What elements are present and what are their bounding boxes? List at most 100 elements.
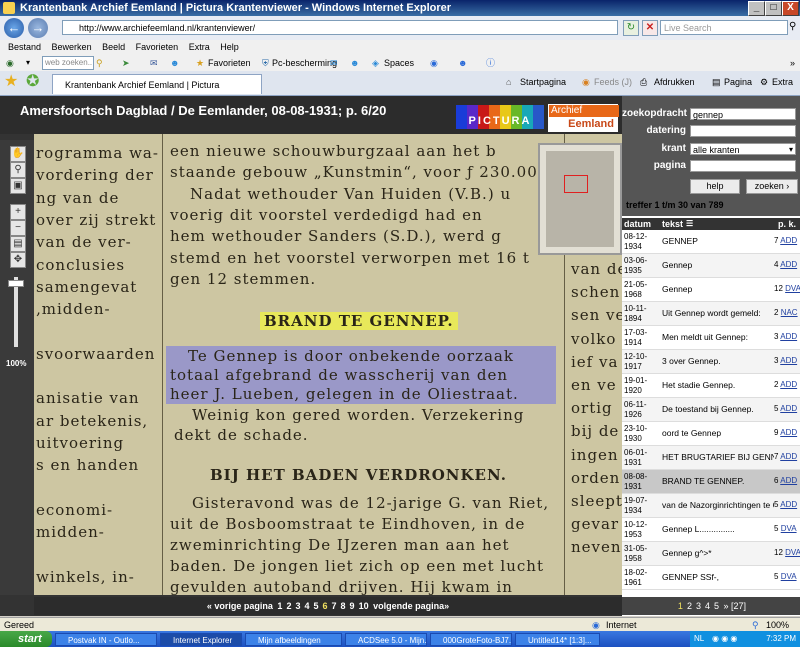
menu-extra[interactable]: Extra bbox=[189, 42, 210, 52]
result-krant-link[interactable]: ADD bbox=[780, 404, 797, 413]
result-row[interactable]: 10-11-1894 Uit Gennep wordt gemeld: 2 NAC bbox=[622, 302, 800, 326]
results-total-pages[interactable]: [27] bbox=[731, 601, 746, 611]
result-krant-link[interactable]: ADD bbox=[780, 476, 797, 485]
menu-help[interactable]: Help bbox=[220, 42, 239, 52]
results-page-link-3[interactable]: 3 bbox=[696, 601, 701, 611]
tab-krantenviewer[interactable]: Krantenbank Archief Eemland | Pictura Kr… bbox=[52, 74, 262, 110]
windows-icon[interactable]: ◉ bbox=[430, 55, 438, 71]
clock[interactable]: 7:32 PM bbox=[766, 631, 796, 647]
stop-icon[interactable]: ✕ bbox=[642, 20, 658, 36]
page-icon[interactable]: ▤ bbox=[712, 75, 721, 89]
zoekopdracht-input[interactable]: gennep bbox=[690, 108, 796, 120]
back-arrow-icon[interactable]: ← bbox=[4, 18, 24, 38]
page-link-6[interactable]: 6 bbox=[323, 601, 328, 611]
result-text[interactable]: Gennep L............... bbox=[662, 524, 774, 534]
newspaper-page-image[interactable]: rogramma wa-vordering der ng van de over z… bbox=[34, 134, 622, 595]
result-text[interactable]: GENNEP SSf-, bbox=[662, 572, 774, 582]
result-krant-link[interactable]: ADD bbox=[780, 428, 797, 437]
zoom-status[interactable]: 100% bbox=[766, 618, 789, 632]
chevron-down-icon[interactable]: ▾ bbox=[789, 144, 793, 156]
print-icon[interactable]: ⎙ bbox=[640, 75, 647, 89]
page-link-4[interactable]: 4 bbox=[304, 601, 309, 611]
result-row[interactable]: 19-07-1934 van de Nazorginrichtingen te G… bbox=[622, 494, 800, 518]
result-row[interactable]: 06-11-1926 De toestand bij Gennep. 5 ADD bbox=[622, 398, 800, 422]
info-icon[interactable]: ⓘ bbox=[486, 55, 495, 71]
spaces-button[interactable]: Spaces bbox=[384, 55, 414, 71]
address-bar[interactable]: http://www.archiefeemland.nl/krantenview… bbox=[62, 20, 618, 35]
result-text[interactable]: Het stadie Gennep. bbox=[662, 380, 774, 390]
pagina-input[interactable] bbox=[690, 160, 796, 172]
page-link-9[interactable]: 9 bbox=[350, 601, 355, 611]
result-text[interactable]: Uit Gennep wordt gemeld: bbox=[662, 308, 774, 318]
favorieten-button[interactable]: Favorieten bbox=[208, 55, 251, 71]
feeds-button[interactable]: Feeds (J) bbox=[594, 75, 632, 89]
page-link-7[interactable]: 7 bbox=[332, 601, 337, 611]
taskbar-item[interactable]: ACDSee 5.0 - Mijn... bbox=[345, 633, 427, 646]
datering-input[interactable] bbox=[690, 125, 796, 137]
result-row[interactable]: 31-05-1958 Gennep g^>* 12 DVA bbox=[622, 542, 800, 566]
close-button[interactable]: X bbox=[782, 1, 799, 16]
prev-page-link[interactable]: « vorige pagina bbox=[207, 601, 273, 611]
result-text[interactable]: van de Nazorginrichtingen te Gennep? bbox=[662, 500, 774, 510]
result-row[interactable]: 23-10-1930 oord te Gennep 9 ADD bbox=[622, 422, 800, 446]
feeds-icon[interactable]: ◉ bbox=[582, 75, 590, 89]
result-krant-link[interactable]: DVA bbox=[781, 572, 797, 581]
tray-icons[interactable]: ◉ ◉ ◉ bbox=[712, 631, 737, 647]
web-search-input[interactable]: web zoeken.. bbox=[42, 56, 94, 70]
afdrukken-button[interactable]: Afdrukken bbox=[654, 75, 695, 89]
col-datum[interactable]: datum bbox=[624, 218, 651, 230]
startpagina-button[interactable]: Startpagina bbox=[520, 75, 566, 89]
page-link-5[interactable]: 5 bbox=[313, 601, 318, 611]
page-link-3[interactable]: 3 bbox=[295, 601, 300, 611]
page-link-8[interactable]: 8 bbox=[341, 601, 346, 611]
favorites-star-icon[interactable]: ★ bbox=[4, 73, 18, 91]
start-button[interactable]: start bbox=[0, 631, 52, 647]
result-row[interactable]: 21-05-1968 Gennep 12 DVA bbox=[622, 278, 800, 302]
result-krant-link[interactable]: ADD bbox=[780, 236, 797, 245]
gear-icon[interactable]: ⚙ bbox=[760, 75, 768, 89]
result-krant-link[interactable]: ADD bbox=[780, 500, 797, 509]
page-link-2[interactable]: 2 bbox=[286, 601, 291, 611]
home-icon[interactable]: ⌂ bbox=[506, 75, 511, 89]
zoom-slider-handle[interactable] bbox=[8, 280, 24, 287]
arrow-icon[interactable]: ➤ bbox=[122, 55, 130, 71]
people-icon[interactable]: ☻ bbox=[350, 55, 359, 71]
viewport-indicator[interactable] bbox=[564, 175, 588, 193]
result-krant-link[interactable]: ADD bbox=[780, 380, 797, 389]
move-icon[interactable]: ✥ bbox=[10, 252, 26, 268]
zoom-icon[interactable]: ⚲ bbox=[10, 162, 26, 178]
result-text[interactable]: Gennep g^>* bbox=[662, 548, 774, 558]
fit-page-icon[interactable]: ▣ bbox=[10, 178, 26, 194]
result-row[interactable]: 17-03-1914 Men meldt uit Gennep: 3 ADD bbox=[622, 326, 800, 350]
toolbar-more-icon[interactable]: » bbox=[790, 55, 795, 71]
extra-button[interactable]: Extra bbox=[772, 75, 793, 89]
dropdown-icon[interactable]: ▾ bbox=[26, 55, 30, 71]
minimize-button[interactable]: _ bbox=[748, 1, 765, 16]
pc-bescherming-button[interactable]: Pc-bescherming bbox=[272, 55, 337, 71]
page-link-1[interactable]: 1 bbox=[277, 601, 282, 611]
col-tekst[interactable]: tekst bbox=[662, 218, 683, 230]
results-next-link[interactable]: » bbox=[724, 601, 729, 611]
result-krant-link[interactable]: DVA bbox=[781, 524, 797, 533]
messenger-icon[interactable]: ☻ bbox=[170, 55, 179, 71]
cart-icon[interactable]: ▤ bbox=[10, 236, 26, 252]
zoom-slider[interactable] bbox=[14, 277, 18, 347]
result-text[interactable]: De toestand bij Gennep. bbox=[662, 404, 774, 414]
zoeken-button[interactable]: zoeken › bbox=[746, 179, 798, 194]
archief-eemland-logo[interactable]: Archief Eemland bbox=[548, 104, 619, 132]
result-text[interactable]: Gennep bbox=[662, 284, 774, 294]
zoom-out-icon[interactable]: − bbox=[10, 220, 26, 236]
search-icon[interactable]: ⚲ bbox=[789, 21, 796, 32]
zoom-in-icon[interactable]: + bbox=[10, 204, 26, 220]
result-row[interactable]: 08-12-1934 GENNEP 7 ADD bbox=[622, 230, 800, 254]
language-indicator[interactable]: NL bbox=[694, 631, 704, 647]
page-thumbnail-navigator[interactable] bbox=[538, 143, 622, 255]
taskbar-item[interactable]: Internet Explorer bbox=[160, 633, 242, 646]
result-krant-link[interactable]: DVA bbox=[785, 548, 800, 557]
menu-beeld[interactable]: Beeld bbox=[102, 42, 125, 52]
help-button[interactable]: help bbox=[690, 179, 740, 194]
result-row[interactable]: 08-08-1931 BRAND TE GENNEP. 6 ADD bbox=[622, 470, 800, 494]
next-page-link[interactable]: volgende pagina» bbox=[373, 601, 449, 611]
result-text[interactable]: Gennep bbox=[662, 260, 774, 270]
krant-select[interactable]: alle kranten ▾ bbox=[690, 143, 796, 155]
